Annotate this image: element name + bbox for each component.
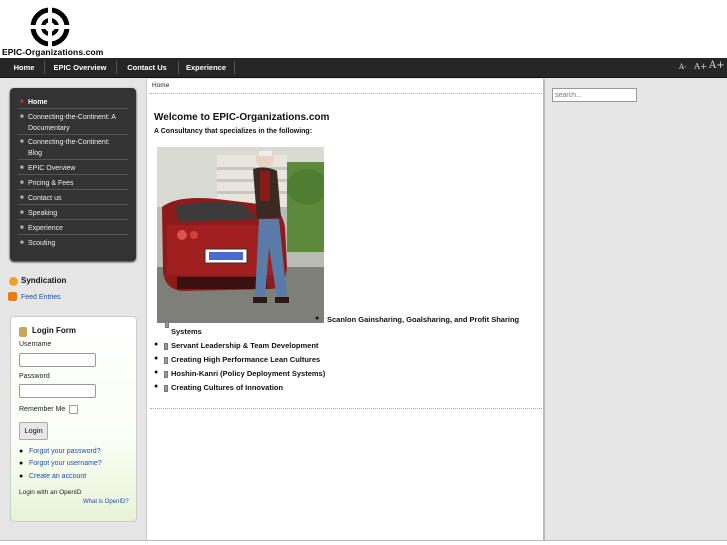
reset-font-button[interactable]: A+ [694, 62, 707, 72]
bullet: ● [19, 473, 24, 480]
nav-separator [116, 61, 117, 74]
remember-me-label: Remember Me [19, 406, 66, 413]
nav-home[interactable]: Home [6, 58, 42, 77]
bullet: ● [154, 355, 159, 362]
sidebar-item-scouting[interactable]: ■ Scouting [18, 238, 128, 249]
user-icon [19, 327, 27, 337]
password-input[interactable] [19, 384, 96, 398]
rss-feed-icon[interactable] [8, 292, 17, 301]
bullet: ● [19, 448, 24, 455]
nav-separator [44, 61, 45, 74]
list-item: Hoshin-Kanri (Policy Deployment Systems) [171, 369, 326, 378]
bullet: ● [154, 369, 159, 376]
sidebar-menu: ■ Home ■ Connecting-the-Continent: A Docume… [10, 88, 136, 261]
nav-experience[interactable]: Experience [182, 58, 230, 77]
document-icon [165, 321, 169, 328]
increase-font-button[interactable]: A+ [709, 60, 725, 71]
sidebar-item-epic-overview[interactable]: ■ EPIC Overview [18, 163, 128, 175]
list-item: Servant Leadership & Team Development [171, 341, 319, 350]
list-item: Creating Cultures of Innovation [171, 383, 284, 392]
document-icon [164, 343, 168, 350]
password-label: Password [19, 373, 50, 380]
forgot-password-link[interactable]: Forgot your password? [29, 448, 101, 455]
sidebar-item-experience[interactable]: ■ Experience [18, 223, 128, 235]
sidebar-item-label: Pricing & Fees [28, 180, 74, 187]
photo-man-with-car [157, 147, 324, 323]
site-name[interactable]: EPIC-Organizations.com [2, 47, 103, 57]
nav-epic-overview[interactable]: EPIC Overview [48, 58, 112, 77]
nav-separator [234, 61, 235, 74]
sidebar-item-label: Documentary [28, 125, 70, 132]
what-is-openid-link[interactable]: What is OpenID? [83, 499, 129, 505]
openid-label[interactable]: Login with an OpenID [19, 489, 82, 496]
document-icon [164, 385, 168, 392]
syndication-title: Syndication [21, 276, 67, 285]
sidebar-item-label: Blog [28, 150, 43, 157]
nav-contact-us[interactable]: Contact Us [120, 58, 174, 77]
username-label: Username [19, 341, 52, 348]
header [0, 0, 727, 58]
login-form-title: Login Form [32, 326, 76, 335]
page-title: Welcome to EPIC-Organizations.com [154, 112, 330, 123]
divider [150, 408, 542, 409]
list-item: Scanlon Gainsharing, Goalsharing, and Pr… [327, 315, 520, 324]
sidebar-item-blog[interactable]: ■ Connecting-the-Continent: Blog [18, 137, 128, 160]
document-icon [164, 357, 168, 364]
sidebar-item-pricing[interactable]: ■ Pricing & Fees [18, 178, 128, 190]
sidebar-item-label: Experience [28, 225, 64, 232]
bullet: ● [154, 383, 159, 390]
page-subtitle: A Consultancy that specializes in the fo… [154, 128, 313, 135]
sidebar-item-label: Home [28, 99, 48, 106]
sidebar-item-label: Connecting-the-Continent: A [28, 114, 116, 121]
sidebar-item-label: EPIC Overview [28, 165, 76, 172]
sidebar-item-label: Speaking [28, 210, 58, 217]
document-icon [164, 371, 168, 378]
sidebar-item-documentary[interactable]: ■ Connecting-the-Continent: A Documentary [18, 112, 128, 135]
sidebar-item-home[interactable]: ■ Home [18, 97, 128, 109]
bullet: ● [19, 460, 24, 467]
logo-icon[interactable] [30, 7, 70, 47]
top-navigation: Home EPIC Overview Contact Us Experience… [0, 58, 727, 78]
breadcrumb[interactable]: Home [152, 82, 169, 89]
decrease-font-button[interactable]: A- [679, 63, 686, 71]
feed-entries-link[interactable]: Feed Entries [21, 294, 61, 301]
sidebar-item-label: Connecting-the-Continent: [28, 139, 110, 146]
forgot-username-link[interactable]: Forgot your username? [29, 460, 102, 467]
sidebar-item-speaking[interactable]: ■ Speaking [18, 208, 128, 220]
remember-me-checkbox[interactable] [69, 405, 78, 414]
bullet: ● [315, 315, 320, 322]
list-item: Creating High Performance Lean Cultures [171, 355, 321, 364]
create-account-link[interactable]: Create an account [29, 473, 86, 480]
list-item: Systems [171, 327, 202, 336]
search-input[interactable] [552, 88, 637, 102]
sidebar-item-label: Scouting [28, 240, 56, 247]
divider [150, 93, 542, 94]
sidebar-item-label: Contact us [28, 195, 62, 202]
login-button[interactable]: Login [19, 422, 48, 440]
bullet: ● [154, 341, 159, 348]
footer-strip [0, 540, 727, 545]
nav-separator [178, 61, 179, 74]
sidebar-item-contact[interactable]: ■ Contact us [18, 193, 128, 205]
syndication-icon [9, 277, 18, 286]
username-input[interactable] [19, 353, 96, 367]
